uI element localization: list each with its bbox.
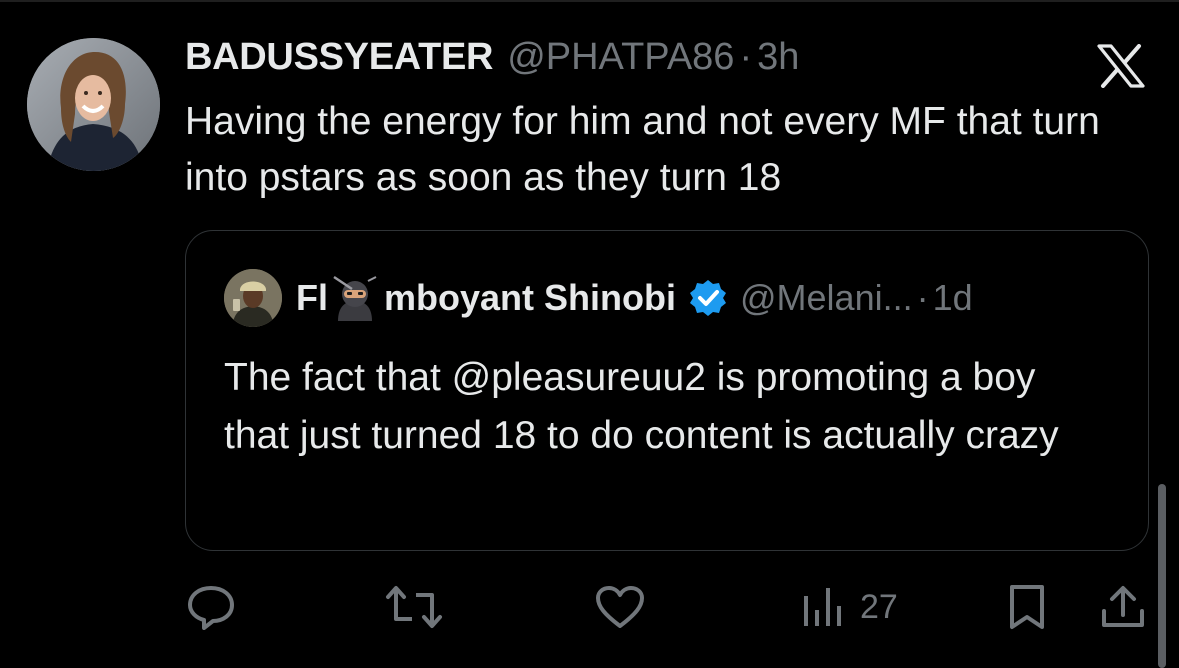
top-divider <box>0 0 1179 2</box>
author-avatar[interactable] <box>27 38 160 171</box>
views-count: 27 <box>860 587 898 626</box>
bookmark-icon <box>1004 583 1050 631</box>
quoted-author-avatar <box>224 269 282 327</box>
like-icon <box>594 584 646 630</box>
ninja-emoji-icon <box>332 275 378 321</box>
repost-icon <box>384 583 444 631</box>
share-icon <box>1098 583 1148 631</box>
post-text: Having the energy for him and not every … <box>185 100 1100 199</box>
quoted-name-part1[interactable]: Fl <box>296 277 328 319</box>
scrollbar-thumb[interactable] <box>1158 484 1166 668</box>
bookmark-button[interactable] <box>1004 582 1050 632</box>
verified-badge-icon <box>688 278 728 318</box>
views-icon <box>800 584 846 630</box>
repost-button[interactable] <box>384 582 444 632</box>
quoted-separator: · <box>916 277 929 318</box>
like-button[interactable] <box>594 582 646 632</box>
reply-icon <box>186 584 236 630</box>
views-button[interactable]: 27 <box>800 582 898 632</box>
post-header: BADUSSYEATER @PHATPA86 · 3h <box>185 36 799 84</box>
quoted-timestamp[interactable]: 1d <box>933 277 973 319</box>
reply-button[interactable] <box>186 582 236 632</box>
author-handle[interactable]: @PHATPA86 <box>507 36 734 79</box>
share-button[interactable] <box>1098 582 1148 632</box>
post-timestamp[interactable]: 3h <box>757 36 799 79</box>
quoted-header: Fl mboyant Shinobi @Melani... · 1d <box>296 273 973 323</box>
quoted-handle[interactable]: @Melani... <box>740 277 913 319</box>
x-logo-icon <box>1097 44 1145 88</box>
quoted-post-text: The fact that @pleasureuu2 is promoting … <box>224 356 1059 457</box>
quoted-post-card[interactable]: Fl mboyant Shinobi @Melani... · 1d The f… <box>185 230 1149 551</box>
quoted-name-part2[interactable]: mboyant Shinobi <box>384 277 676 319</box>
author-display-name[interactable]: BADUSSYEATER <box>185 36 493 79</box>
header-separator: · <box>739 36 753 78</box>
